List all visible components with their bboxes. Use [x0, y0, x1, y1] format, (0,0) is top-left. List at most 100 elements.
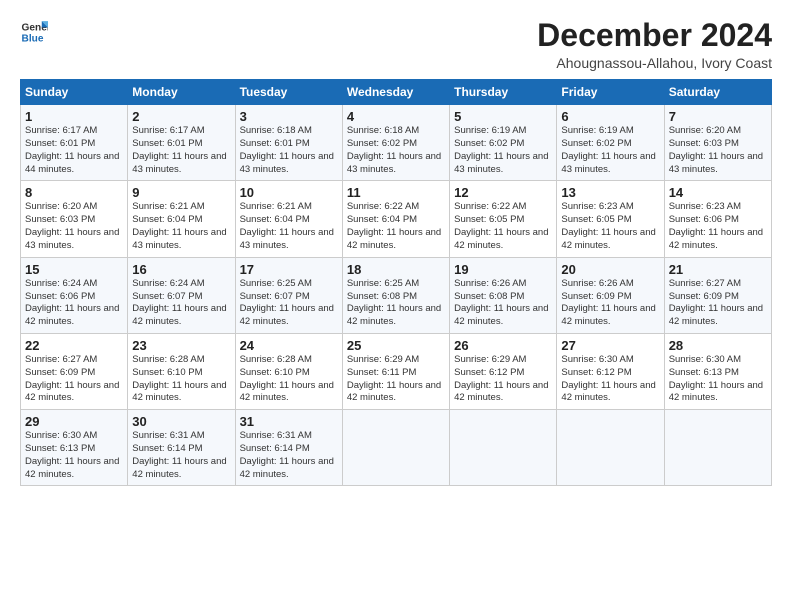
- calendar-week-row: 1Sunrise: 6:17 AM Sunset: 6:01 PM Daylig…: [21, 105, 772, 181]
- table-row: 13Sunrise: 6:23 AM Sunset: 6:05 PM Dayli…: [557, 181, 664, 257]
- table-row: 24Sunrise: 6:28 AM Sunset: 6:10 PM Dayli…: [235, 333, 342, 409]
- table-row: 23Sunrise: 6:28 AM Sunset: 6:10 PM Dayli…: [128, 333, 235, 409]
- day-number: 15: [25, 262, 123, 277]
- day-number: 25: [347, 338, 445, 353]
- day-info: Sunrise: 6:31 AM Sunset: 6:14 PM Dayligh…: [132, 430, 230, 481]
- day-number: 23: [132, 338, 230, 353]
- day-number: 21: [669, 262, 767, 277]
- day-number: 8: [25, 185, 123, 200]
- day-info: Sunrise: 6:23 AM Sunset: 6:05 PM Dayligh…: [561, 201, 659, 252]
- day-number: 14: [669, 185, 767, 200]
- day-info: Sunrise: 6:27 AM Sunset: 6:09 PM Dayligh…: [25, 354, 123, 405]
- col-saturday: Saturday: [664, 80, 771, 105]
- calendar-week-row: 22Sunrise: 6:27 AM Sunset: 6:09 PM Dayli…: [21, 333, 772, 409]
- day-info: Sunrise: 6:26 AM Sunset: 6:09 PM Dayligh…: [561, 278, 659, 329]
- main-title: December 2024: [537, 18, 772, 53]
- day-info: Sunrise: 6:20 AM Sunset: 6:03 PM Dayligh…: [25, 201, 123, 252]
- day-info: Sunrise: 6:18 AM Sunset: 6:01 PM Dayligh…: [240, 125, 338, 176]
- table-row: 7Sunrise: 6:20 AM Sunset: 6:03 PM Daylig…: [664, 105, 771, 181]
- svg-text:Blue: Blue: [22, 33, 44, 44]
- day-number: 26: [454, 338, 552, 353]
- day-number: 31: [240, 414, 338, 429]
- day-info: Sunrise: 6:28 AM Sunset: 6:10 PM Dayligh…: [132, 354, 230, 405]
- calendar-week-row: 29Sunrise: 6:30 AM Sunset: 6:13 PM Dayli…: [21, 410, 772, 486]
- day-info: Sunrise: 6:24 AM Sunset: 6:07 PM Dayligh…: [132, 278, 230, 329]
- day-info: Sunrise: 6:19 AM Sunset: 6:02 PM Dayligh…: [561, 125, 659, 176]
- table-row: 12Sunrise: 6:22 AM Sunset: 6:05 PM Dayli…: [450, 181, 557, 257]
- table-row: 29Sunrise: 6:30 AM Sunset: 6:13 PM Dayli…: [21, 410, 128, 486]
- day-number: 22: [25, 338, 123, 353]
- header: General Blue December 2024 Ahougnassou-A…: [20, 18, 772, 71]
- table-row: 11Sunrise: 6:22 AM Sunset: 6:04 PM Dayli…: [342, 181, 449, 257]
- table-row: 9Sunrise: 6:21 AM Sunset: 6:04 PM Daylig…: [128, 181, 235, 257]
- day-info: Sunrise: 6:30 AM Sunset: 6:13 PM Dayligh…: [25, 430, 123, 481]
- day-info: Sunrise: 6:28 AM Sunset: 6:10 PM Dayligh…: [240, 354, 338, 405]
- col-thursday: Thursday: [450, 80, 557, 105]
- day-number: 29: [25, 414, 123, 429]
- day-info: Sunrise: 6:17 AM Sunset: 6:01 PM Dayligh…: [132, 125, 230, 176]
- day-number: 13: [561, 185, 659, 200]
- col-monday: Monday: [128, 80, 235, 105]
- calendar-week-row: 15Sunrise: 6:24 AM Sunset: 6:06 PM Dayli…: [21, 257, 772, 333]
- day-number: 1: [25, 109, 123, 124]
- table-row: 10Sunrise: 6:21 AM Sunset: 6:04 PM Dayli…: [235, 181, 342, 257]
- day-info: Sunrise: 6:25 AM Sunset: 6:07 PM Dayligh…: [240, 278, 338, 329]
- day-number: 19: [454, 262, 552, 277]
- day-info: Sunrise: 6:17 AM Sunset: 6:01 PM Dayligh…: [25, 125, 123, 176]
- table-row: 22Sunrise: 6:27 AM Sunset: 6:09 PM Dayli…: [21, 333, 128, 409]
- table-row: 28Sunrise: 6:30 AM Sunset: 6:13 PM Dayli…: [664, 333, 771, 409]
- page: General Blue December 2024 Ahougnassou-A…: [0, 0, 792, 612]
- table-row: 25Sunrise: 6:29 AM Sunset: 6:11 PM Dayli…: [342, 333, 449, 409]
- day-info: Sunrise: 6:19 AM Sunset: 6:02 PM Dayligh…: [454, 125, 552, 176]
- day-info: Sunrise: 6:21 AM Sunset: 6:04 PM Dayligh…: [132, 201, 230, 252]
- day-number: 20: [561, 262, 659, 277]
- day-number: 18: [347, 262, 445, 277]
- day-info: Sunrise: 6:20 AM Sunset: 6:03 PM Dayligh…: [669, 125, 767, 176]
- day-info: Sunrise: 6:18 AM Sunset: 6:02 PM Dayligh…: [347, 125, 445, 176]
- table-row: 27Sunrise: 6:30 AM Sunset: 6:12 PM Dayli…: [557, 333, 664, 409]
- table-row: [664, 410, 771, 486]
- day-number: 12: [454, 185, 552, 200]
- col-friday: Friday: [557, 80, 664, 105]
- day-info: Sunrise: 6:21 AM Sunset: 6:04 PM Dayligh…: [240, 201, 338, 252]
- table-row: 4Sunrise: 6:18 AM Sunset: 6:02 PM Daylig…: [342, 105, 449, 181]
- calendar-week-row: 8Sunrise: 6:20 AM Sunset: 6:03 PM Daylig…: [21, 181, 772, 257]
- day-info: Sunrise: 6:22 AM Sunset: 6:05 PM Dayligh…: [454, 201, 552, 252]
- title-block: December 2024 Ahougnassou-Allahou, Ivory…: [537, 18, 772, 71]
- day-number: 24: [240, 338, 338, 353]
- table-row: 1Sunrise: 6:17 AM Sunset: 6:01 PM Daylig…: [21, 105, 128, 181]
- day-number: 28: [669, 338, 767, 353]
- table-row: 5Sunrise: 6:19 AM Sunset: 6:02 PM Daylig…: [450, 105, 557, 181]
- day-number: 16: [132, 262, 230, 277]
- day-info: Sunrise: 6:31 AM Sunset: 6:14 PM Dayligh…: [240, 430, 338, 481]
- day-info: Sunrise: 6:26 AM Sunset: 6:08 PM Dayligh…: [454, 278, 552, 329]
- day-number: 10: [240, 185, 338, 200]
- table-row: 31Sunrise: 6:31 AM Sunset: 6:14 PM Dayli…: [235, 410, 342, 486]
- table-row: 21Sunrise: 6:27 AM Sunset: 6:09 PM Dayli…: [664, 257, 771, 333]
- table-row: 6Sunrise: 6:19 AM Sunset: 6:02 PM Daylig…: [557, 105, 664, 181]
- day-number: 6: [561, 109, 659, 124]
- table-row: 26Sunrise: 6:29 AM Sunset: 6:12 PM Dayli…: [450, 333, 557, 409]
- day-info: Sunrise: 6:25 AM Sunset: 6:08 PM Dayligh…: [347, 278, 445, 329]
- table-row: [557, 410, 664, 486]
- table-row: 15Sunrise: 6:24 AM Sunset: 6:06 PM Dayli…: [21, 257, 128, 333]
- col-tuesday: Tuesday: [235, 80, 342, 105]
- day-number: 11: [347, 185, 445, 200]
- day-number: 5: [454, 109, 552, 124]
- day-number: 2: [132, 109, 230, 124]
- day-number: 27: [561, 338, 659, 353]
- day-info: Sunrise: 6:22 AM Sunset: 6:04 PM Dayligh…: [347, 201, 445, 252]
- table-row: [342, 410, 449, 486]
- day-number: 9: [132, 185, 230, 200]
- table-row: 14Sunrise: 6:23 AM Sunset: 6:06 PM Dayli…: [664, 181, 771, 257]
- day-info: Sunrise: 6:27 AM Sunset: 6:09 PM Dayligh…: [669, 278, 767, 329]
- day-number: 7: [669, 109, 767, 124]
- logo-icon: General Blue: [20, 18, 48, 46]
- day-number: 30: [132, 414, 230, 429]
- calendar-header-row: Sunday Monday Tuesday Wednesday Thursday…: [21, 80, 772, 105]
- day-number: 4: [347, 109, 445, 124]
- subtitle: Ahougnassou-Allahou, Ivory Coast: [537, 55, 772, 71]
- table-row: [450, 410, 557, 486]
- day-info: Sunrise: 6:30 AM Sunset: 6:13 PM Dayligh…: [669, 354, 767, 405]
- table-row: 30Sunrise: 6:31 AM Sunset: 6:14 PM Dayli…: [128, 410, 235, 486]
